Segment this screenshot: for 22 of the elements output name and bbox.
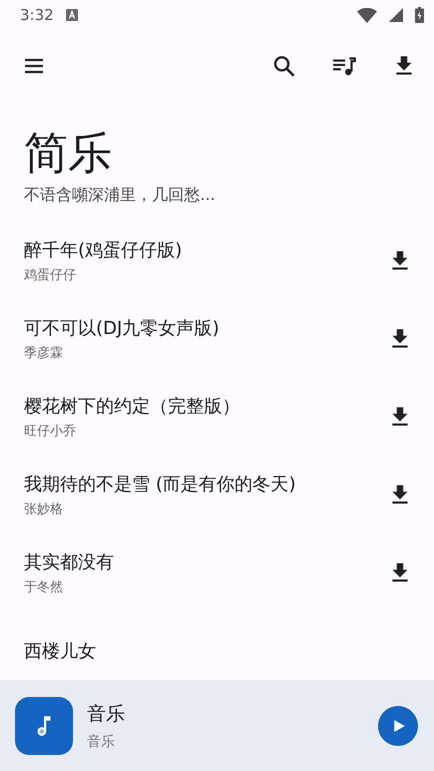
song-artist: 鸡蛋仔仔 bbox=[24, 266, 77, 284]
song-artist: 季彦霖 bbox=[24, 344, 64, 362]
song-title[interactable]: 西楼儿女 bbox=[24, 638, 414, 663]
song-title[interactable]: 我期待的不是雪 (而是有你的冬天) bbox=[24, 472, 386, 496]
app-title: 简乐 bbox=[24, 128, 113, 181]
song-title[interactable]: 可不可以(DJ九零女声版) bbox=[24, 316, 386, 340]
search-icon bbox=[271, 53, 297, 79]
keyboard-icon bbox=[66, 9, 78, 21]
app-subtitle: 不语含嚬深浦里，几回愁... bbox=[24, 184, 216, 206]
player-title: 音乐 bbox=[87, 702, 126, 726]
player-subtitle: 音乐 bbox=[87, 732, 116, 750]
signal-icon bbox=[389, 8, 403, 22]
play-button[interactable] bbox=[378, 706, 418, 746]
battery-icon bbox=[415, 7, 424, 23]
song-artist: 于冬然 bbox=[24, 578, 64, 596]
song-title[interactable]: 樱花树下的约定（完整版） bbox=[24, 394, 386, 418]
song-artist: 张妙格 bbox=[24, 500, 64, 518]
song-artist: 旺仔小乔 bbox=[24, 422, 77, 440]
status-time: 3:32 bbox=[20, 6, 54, 24]
song-title[interactable]: 醉千年(鸡蛋仔仔版) bbox=[24, 238, 386, 262]
wifi-icon bbox=[357, 8, 377, 22]
song-title[interactable]: 其实都没有 bbox=[24, 550, 386, 574]
